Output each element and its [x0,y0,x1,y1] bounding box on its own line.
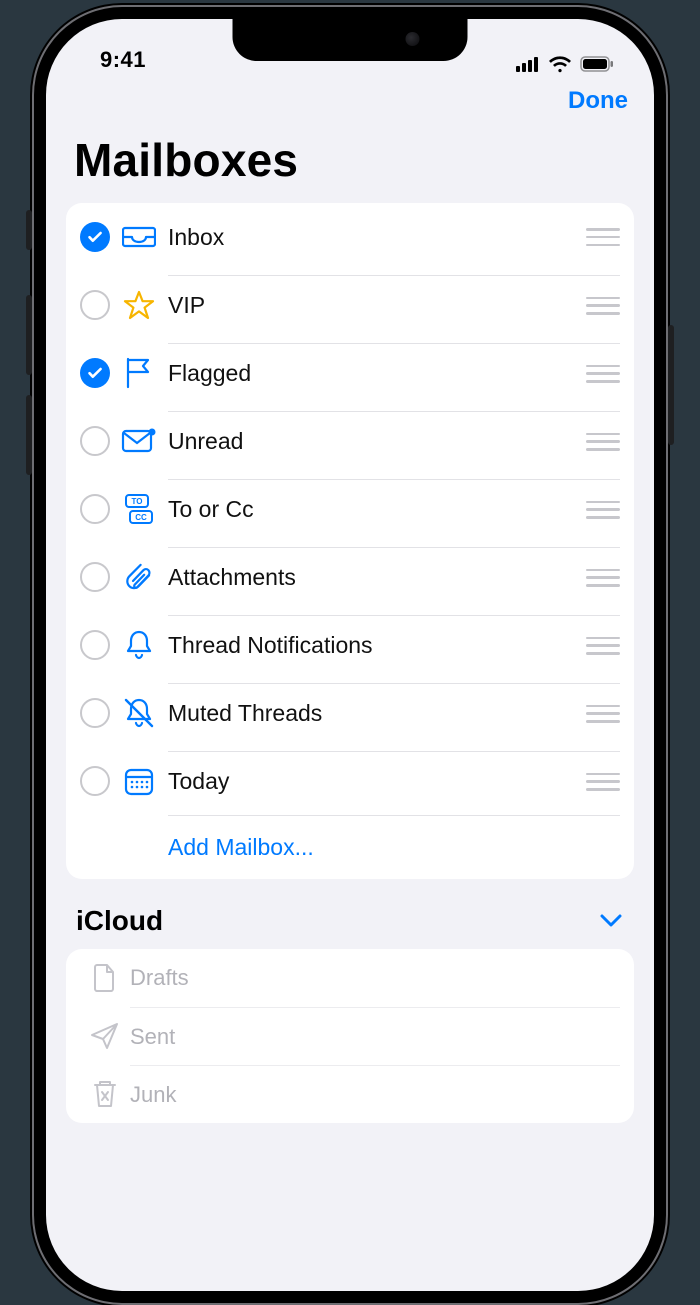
svg-text:CC: CC [135,513,147,522]
reorder-handle-icon[interactable] [586,499,620,521]
account-row-drafts[interactable]: Drafts [66,949,634,1007]
star-icon [110,290,168,320]
account-row-label: Drafts [130,965,189,991]
mailbox-row-vip[interactable]: VIP [66,271,634,339]
mailbox-row-unread[interactable]: Unread [66,407,634,475]
checkbox-off-icon[interactable] [80,494,110,524]
checkbox-off-icon[interactable] [80,630,110,660]
tray-icon [110,224,168,250]
add-mailbox-label: Add Mailbox... [168,834,314,861]
mailbox-row-inbox[interactable]: Inbox [66,203,634,271]
checkbox-off-icon[interactable] [80,426,110,456]
mailbox-row-today[interactable]: Today [66,747,634,815]
to-cc-icon: TO CC [110,493,168,525]
add-mailbox-button[interactable]: Add Mailbox... [66,815,634,879]
reorder-handle-icon[interactable] [586,635,620,657]
account-row-label: Sent [130,1024,175,1050]
mailbox-label: Unread [168,428,586,455]
checkbox-off-icon[interactable] [80,698,110,728]
doc-icon [80,963,130,993]
wifi-icon [548,55,572,73]
cellular-icon [516,56,540,72]
checkbox-off-icon[interactable] [80,562,110,592]
page-title: Mailboxes [46,117,654,197]
account-title: iCloud [76,905,600,937]
reorder-handle-icon[interactable] [586,226,620,248]
screen: 9:41 [46,19,654,1291]
mailbox-row-attachments[interactable]: Attachments [66,543,634,611]
account-section-header[interactable]: iCloud [46,901,654,949]
bell-icon [110,629,168,661]
notch [233,19,468,61]
reorder-handle-icon[interactable] [586,567,620,589]
flag-icon [110,357,168,389]
done-button[interactable]: Done [568,87,628,115]
mailbox-label: Attachments [168,564,586,591]
battery-icon [580,56,614,72]
paperclip-icon [110,561,168,593]
paperplane-icon [80,1022,130,1050]
reorder-handle-icon[interactable] [586,363,620,385]
mailbox-label: Muted Threads [168,700,586,727]
smart-mailboxes-list: Inbox VIP [66,203,634,879]
mailbox-row-flagged[interactable]: Flagged [66,339,634,407]
mailbox-label: VIP [168,292,586,319]
mailbox-label: Flagged [168,360,586,387]
account-row-sent[interactable]: Sent [66,1007,634,1065]
reorder-handle-icon[interactable] [586,431,620,453]
calendar-icon [110,766,168,796]
checkbox-off-icon[interactable] [80,290,110,320]
mailbox-row-muted-threads[interactable]: Muted Threads [66,679,634,747]
mailbox-label: Thread Notifications [168,632,586,659]
checkbox-on-icon[interactable] [80,358,110,388]
reorder-handle-icon[interactable] [586,295,620,317]
mailbox-row-thread-notifications[interactable]: Thread Notifications [66,611,634,679]
account-row-label: Junk [130,1082,176,1108]
reorder-handle-icon[interactable] [586,703,620,725]
nav-bar: Done [46,77,654,117]
account-mailboxes-list: Drafts Sent Junk [66,949,634,1123]
checkbox-on-icon[interactable] [80,222,110,252]
svg-text:TO: TO [132,497,143,506]
chevron-down-icon [600,914,622,928]
bell-slash-icon [110,697,168,729]
mail-unread-icon [110,427,168,455]
mailbox-label: Inbox [168,224,586,251]
mailbox-label: Today [168,768,586,795]
account-row-junk[interactable]: Junk [66,1065,634,1123]
mailbox-label: To or Cc [168,496,586,523]
checkbox-off-icon[interactable] [80,766,110,796]
reorder-handle-icon[interactable] [586,771,620,793]
mailbox-row-to-cc[interactable]: TO CC To or Cc [66,475,634,543]
trash-x-icon [80,1079,130,1109]
